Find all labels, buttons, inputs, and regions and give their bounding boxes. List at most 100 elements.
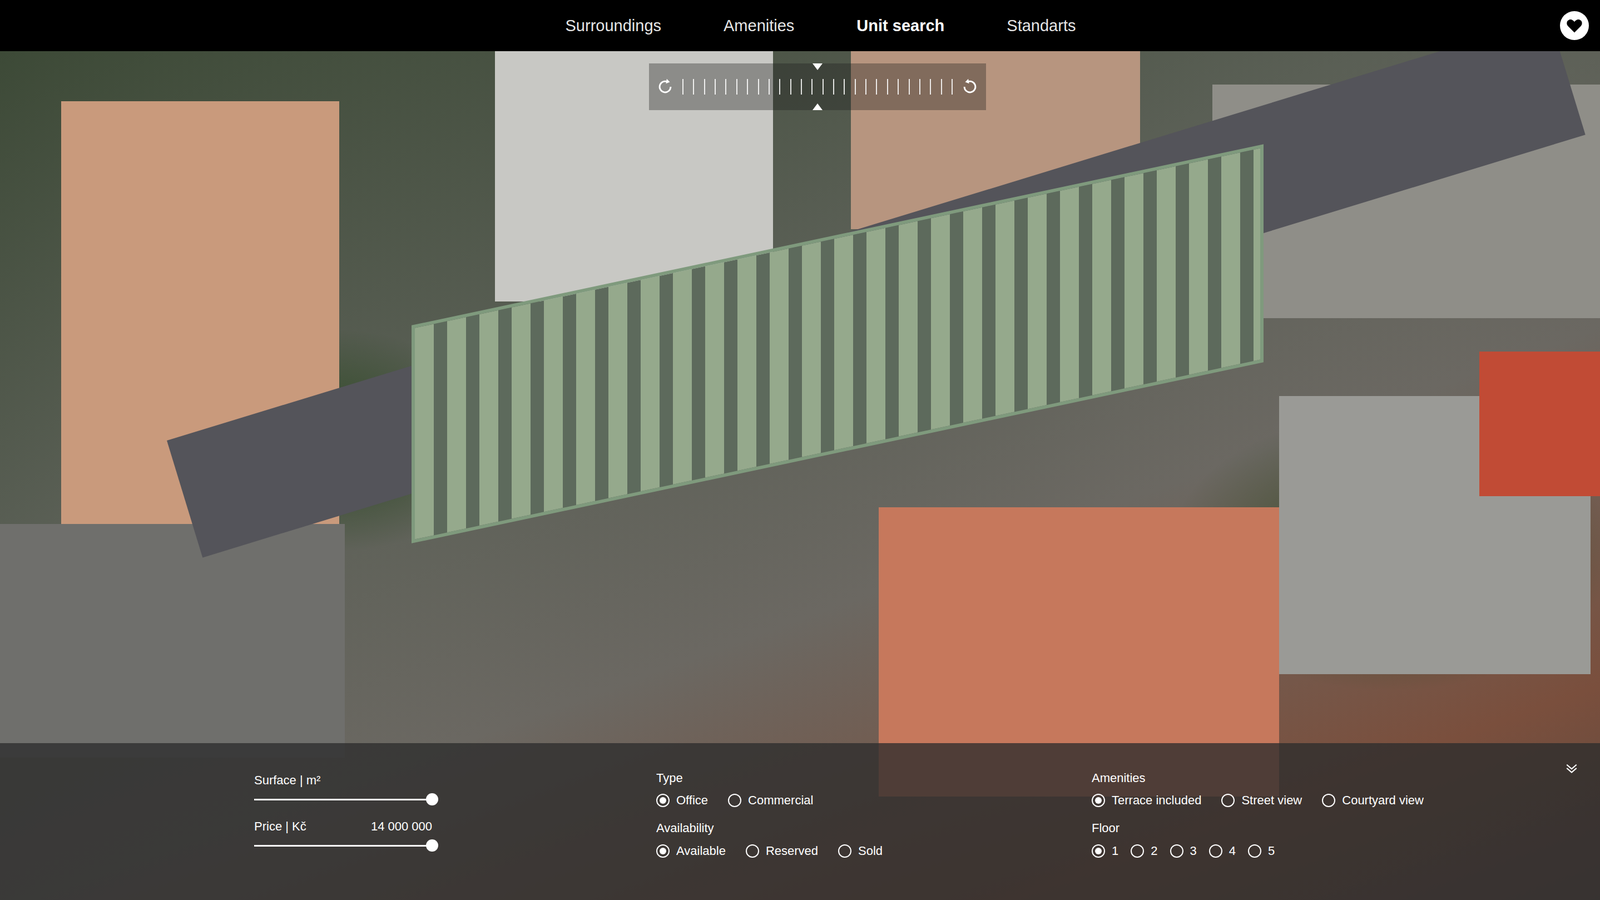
radio-button[interactable] [1091,844,1106,858]
slider-fill [254,798,433,801]
tick [854,78,856,95]
radio-label: Sold [858,843,883,859]
radio-option[interactable]: Reserved [745,843,819,859]
tick [714,78,716,95]
radio-button[interactable] [656,793,670,807]
tick [951,78,953,95]
radio-option[interactable]: 2 [1130,843,1158,859]
favorites-button[interactable] [1559,11,1589,41]
building [1479,351,1600,497]
slider-track[interactable] [254,844,433,847]
radio-label: Available [676,843,726,859]
radio-label: 4 [1229,843,1236,859]
group-label: Type [656,770,1092,786]
tick [779,78,781,95]
radio-dot [659,847,667,855]
tick [692,78,695,95]
radio-label: Street view [1241,793,1302,808]
tick [736,78,738,95]
radio-option[interactable]: 1 [1091,843,1119,859]
tick [768,78,770,95]
radio-option[interactable]: Street view [1221,793,1302,808]
heart-icon [1566,17,1583,34]
radio-button[interactable] [1247,844,1262,858]
top-nav: Surroundings Amenities Unit search Standart… [0,0,1600,52]
slider-thumb[interactable] [425,839,439,852]
tick [887,78,889,95]
tick [919,78,921,95]
tick [746,78,749,95]
radio-button[interactable] [656,844,670,858]
tick [940,78,943,95]
tick [929,78,931,95]
radio-group: Floor 1 2 3 4 5 [1091,820,1600,858]
nav-tab[interactable]: Standarts [1005,12,1077,40]
tick [908,78,910,95]
radio-option[interactable]: 4 [1209,843,1236,859]
radio-dot [659,796,667,804]
rotation-marker[interactable] [812,63,823,71]
price-surface-column: Surface | m² Price | Kč14 000 000 [254,770,657,900]
slider-fill [254,844,433,847]
nav-tab[interactable]: Unit search [855,12,946,40]
radio-option[interactable]: Commercial [727,793,814,808]
radio-button[interactable] [1170,844,1184,858]
slider-filter: Surface | m² [254,770,433,801]
tick [790,78,792,95]
radio-options: Office Commercial [656,793,1092,808]
radio-option[interactable]: Sold [838,843,883,859]
tick [875,78,878,95]
tick [725,78,727,95]
tick [811,78,813,95]
radio-label: 1 [1111,843,1119,859]
radio-dot [1095,796,1102,804]
radio-button[interactable] [727,793,742,807]
radio-option[interactable]: 5 [1247,843,1275,859]
tick [682,78,684,95]
tick [833,78,835,95]
nav-tab[interactable]: Surroundings [564,12,663,40]
tick [843,78,845,95]
radio-button[interactable] [838,844,852,858]
radio-options: Terrace included Street view Courtyard vie… [1091,793,1600,808]
rotate-left-icon[interactable] [655,77,675,97]
radio-button[interactable] [1130,844,1144,858]
radio-label: 5 [1267,843,1275,859]
radio-label: Office [676,793,708,808]
radio-label: 3 [1190,843,1197,859]
tick [865,78,867,95]
radio-group: AvailabilityAvailableReservedSold [656,820,1092,858]
nav-tab[interactable]: Amenities [722,12,796,40]
slider-track[interactable] [254,798,433,801]
rotation-control[interactable] [649,63,987,111]
radio-button[interactable] [1209,844,1223,858]
group-label: Floor [1091,820,1600,836]
radio-button[interactable] [1221,793,1235,807]
tick [800,78,802,95]
radio-button[interactable] [1091,793,1106,807]
building [0,523,345,758]
radio-option[interactable]: Available [656,843,726,859]
radio-label: 2 [1150,843,1158,859]
aerial-view[interactable]: Surface | m² Price | Kč14 000 000 Type Offi… [0,51,1600,900]
radio-option[interactable]: Courtyard view [1321,793,1424,808]
radio-label: Reserved [765,843,819,859]
type-availability-column: TypeOfficeCommercialAvailabilityAvailabl… [656,770,1092,900]
radio-group: AmenitiesTerrace includedStreet viewCour… [1091,770,1600,808]
radio-option[interactable]: Terrace included [1091,793,1202,808]
radio-label: Commercial [748,793,814,808]
slider-value: 14 000 000 [370,819,433,834]
collapse-chevron-icon[interactable] [1563,759,1580,777]
radio-button[interactable] [745,844,760,858]
tick [758,78,760,95]
radio-label: Terrace included [1111,793,1202,808]
radio-label: Courtyard view [1341,793,1424,808]
radio-option[interactable]: 3 [1170,843,1197,859]
radio-button[interactable] [1321,793,1336,807]
amenities-floor-column: AmenitiesTerrace includedStreet viewCour… [1091,770,1600,900]
slider-filter: Price | Kč14 000 000 [254,816,433,847]
rotation-scale[interactable] [682,75,953,98]
slider-thumb[interactable] [425,793,439,806]
radio-option[interactable]: Office [656,793,708,808]
rotate-right-icon[interactable] [960,77,980,97]
